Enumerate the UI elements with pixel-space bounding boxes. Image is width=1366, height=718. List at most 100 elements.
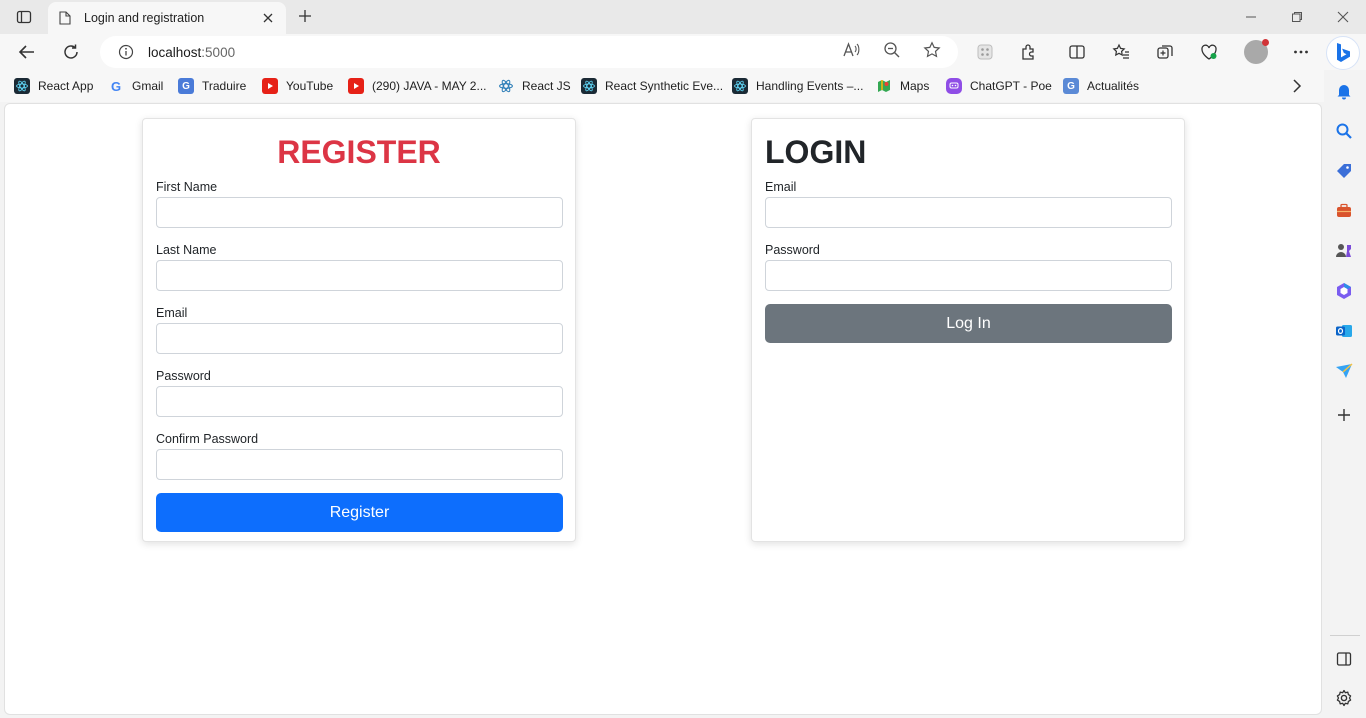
page-viewport: REGISTER First Name Last Name Email Pass… (4, 103, 1322, 715)
sidebar-divider (1330, 635, 1360, 636)
login-email-input[interactable] (765, 197, 1172, 228)
favorites-icon[interactable] (1108, 39, 1134, 65)
tab-actions-icon[interactable] (10, 6, 38, 28)
close-window-icon[interactable] (1332, 6, 1354, 28)
first-name-input[interactable] (156, 197, 563, 228)
back-icon[interactable] (14, 39, 40, 65)
refresh-icon[interactable] (58, 39, 84, 65)
minimize-icon[interactable] (1240, 6, 1262, 28)
info-icon[interactable] (118, 44, 134, 60)
react-icon (14, 78, 30, 94)
translate-icon: G (178, 78, 194, 94)
notification-bell-icon[interactable] (1333, 80, 1355, 102)
register-button[interactable]: Register (156, 493, 563, 532)
browser-tab[interactable]: Login and registration (48, 2, 286, 34)
collections-icon[interactable] (1152, 39, 1178, 65)
bookmark-label: (290) JAVA - MAY 2... (372, 79, 487, 93)
settings-gear-icon[interactable] (1333, 687, 1355, 709)
register-password-input[interactable] (156, 386, 563, 417)
last-name-label: Last Name (156, 243, 217, 257)
youtube-icon (262, 78, 278, 94)
url-port: :5000 (201, 44, 236, 60)
register-email-field: Email (156, 305, 563, 354)
search-icon[interactable] (1333, 120, 1355, 142)
login-password-field: Password (765, 242, 1172, 291)
bookmarks-bar: React App G Gmail G Traduire YouTube (29… (0, 70, 1366, 102)
login-button[interactable]: Log In (765, 304, 1172, 343)
outlook-icon[interactable] (1333, 320, 1355, 342)
first-name-label: First Name (156, 180, 218, 194)
hide-sidebar-icon[interactable] (1333, 648, 1355, 670)
bookmark-label: React App (38, 79, 94, 93)
bookmark-label: Gmail (132, 79, 164, 93)
confirm-password-input[interactable] (156, 449, 563, 480)
bookmark-chatgpt-poe[interactable]: ChatGPT - Poe (946, 77, 1052, 95)
add-icon[interactable] (1333, 404, 1355, 426)
bookmark-react-app[interactable]: React App (14, 77, 93, 95)
close-tab-icon[interactable] (260, 10, 276, 26)
chevron-right-icon[interactable] (1288, 77, 1306, 95)
read-aloud-icon[interactable] (842, 40, 862, 60)
bookmark-java[interactable]: (290) JAVA - MAY 2... (348, 77, 487, 95)
microsoft-365-icon[interactable] (1333, 280, 1355, 302)
login-password-label: Password (765, 243, 820, 257)
confirm-password-label: Confirm Password (156, 432, 259, 446)
bookmark-react-js[interactable]: React JS (498, 77, 571, 95)
bookmark-youtube[interactable]: YouTube (262, 77, 333, 95)
page-icon (58, 11, 72, 25)
bookmark-traduire[interactable]: G Traduire (178, 77, 246, 95)
bookmark-label: Handling Events –... (756, 79, 864, 93)
bookmark-handling-events[interactable]: Handling Events –... (732, 77, 863, 95)
new-tab-icon[interactable] (294, 5, 316, 27)
browser-essentials-icon[interactable] (1196, 39, 1222, 65)
drop-send-icon[interactable] (1333, 360, 1355, 382)
bookmark-maps[interactable]: Maps (876, 77, 929, 95)
title-bar: Login and registration (0, 0, 1366, 34)
register-password-label: Password (156, 369, 211, 383)
notification-dot (1262, 39, 1269, 46)
bookmark-actualites[interactable]: G Actualités (1063, 77, 1139, 95)
register-title: REGISTER (277, 134, 441, 170)
split-screen-icon[interactable] (1064, 39, 1090, 65)
favorite-star-icon[interactable] (922, 40, 942, 60)
bookmark-react-synthetic-events[interactable]: React Synthetic Eve... (581, 77, 723, 95)
url-host: localhost (148, 44, 202, 60)
register-email-input[interactable] (156, 323, 563, 354)
profile-avatar[interactable] (1244, 39, 1269, 64)
address-bar[interactable]: localhost:5000 (100, 36, 958, 68)
bookmark-label: YouTube (286, 79, 334, 93)
zoom-out-icon[interactable] (882, 40, 902, 60)
login-title: LOGIN (765, 134, 867, 170)
react-icon (581, 78, 597, 94)
bing-copilot-icon[interactable] (1326, 36, 1360, 70)
first-name-field: First Name (156, 179, 563, 228)
extensions-icon[interactable] (1016, 39, 1042, 65)
tools-briefcase-icon[interactable] (1333, 200, 1355, 222)
url-text[interactable]: localhost:5000 (148, 45, 235, 60)
bookmark-label: Traduire (202, 79, 247, 93)
edge-sidebar (1324, 70, 1366, 718)
confirm-password-field: Confirm Password (156, 431, 563, 480)
bookmark-gmail[interactable]: G Gmail (108, 77, 163, 95)
react-icon (732, 78, 748, 94)
restore-icon[interactable] (1286, 6, 1308, 28)
news-icon: G (1063, 78, 1079, 94)
bookmark-label: React Synthetic Eve... (605, 79, 724, 93)
more-options-icon[interactable] (1288, 39, 1314, 65)
last-name-input[interactable] (156, 260, 563, 291)
register-email-label: Email (156, 306, 188, 320)
login-password-input[interactable] (765, 260, 1172, 291)
poe-icon (946, 78, 962, 94)
login-email-label: Email (765, 180, 797, 194)
bookmark-label: React JS (522, 79, 571, 93)
bookmark-label: Maps (900, 79, 930, 93)
login-email-field: Email (765, 179, 1172, 228)
shopping-tag-icon[interactable] (1333, 160, 1355, 182)
register-password-field: Password (156, 368, 563, 417)
youtube-icon (348, 78, 364, 94)
google-icon: G (110, 78, 122, 94)
tab-title: Login and registration (84, 11, 205, 25)
games-icon[interactable] (1333, 240, 1355, 262)
bookmark-label: ChatGPT - Poe (970, 79, 1052, 93)
extension-grid-icon[interactable] (972, 39, 998, 65)
